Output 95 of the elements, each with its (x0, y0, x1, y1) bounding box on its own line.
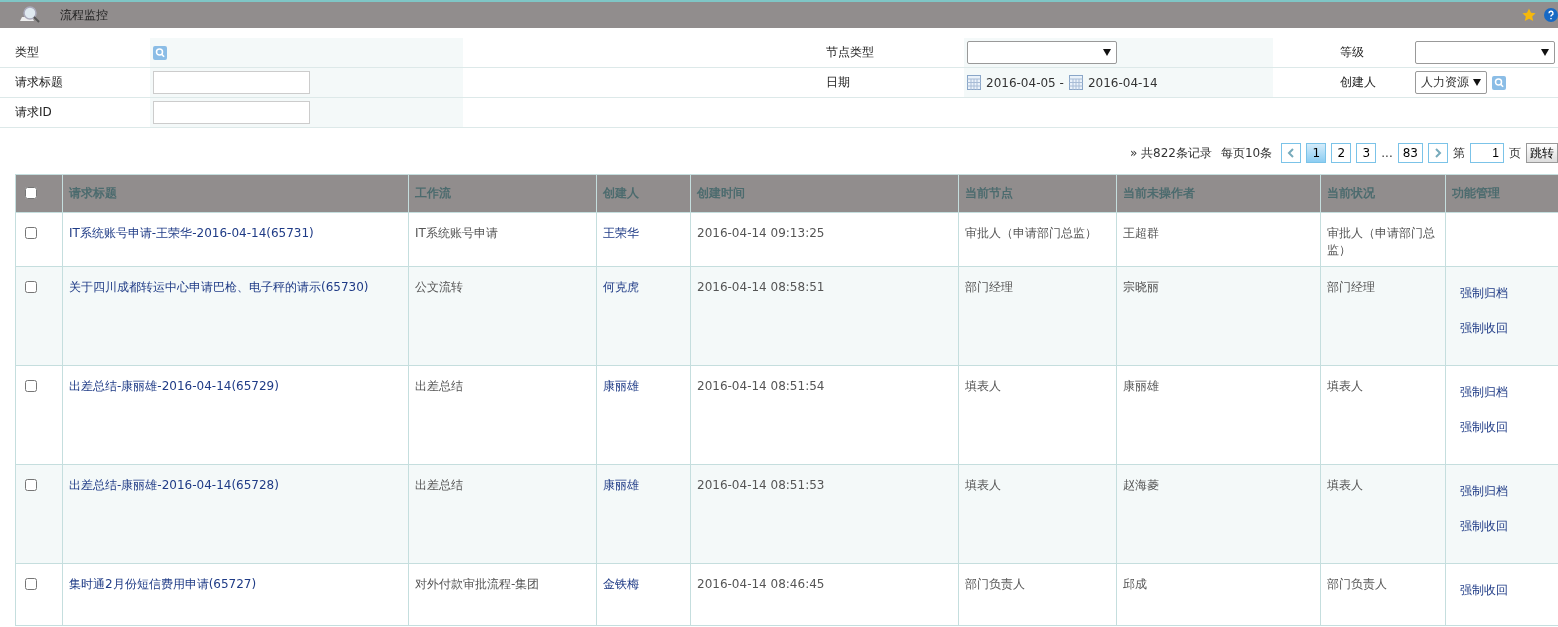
table-cell: 2016-04-14 09:13:25 (697, 226, 825, 240)
action-link[interactable]: 强制收回 (1460, 320, 1552, 337)
search-icon[interactable] (1492, 75, 1506, 90)
request-title-link[interactable]: 集时通2月份短信费用申请(65727) (69, 577, 257, 591)
table-cell: 2016-04-14 08:51:54 (697, 379, 825, 393)
request-title-link[interactable]: 出差总结-康丽雄-2016-04-14(65729) (69, 379, 279, 393)
page-size: 每页10条 (1221, 144, 1273, 162)
page-suffix: 页 (1509, 144, 1521, 162)
table-cell: 填表人 (1327, 478, 1363, 492)
creator-link[interactable]: 康丽雄 (603, 379, 639, 393)
page-button[interactable]: 1 (1306, 143, 1327, 163)
page-label: 第 (1453, 144, 1465, 162)
filter-label: 请求标题 (15, 74, 63, 91)
select-all-checkbox[interactable] (25, 187, 37, 199)
page-button[interactable]: 2 (1331, 143, 1352, 163)
chevron-right-icon (1434, 148, 1442, 158)
search-icon[interactable] (153, 45, 167, 60)
page-ellipsis: ... (1381, 146, 1393, 160)
record-count: » 共822条记录 (1129, 144, 1212, 162)
select-field[interactable] (1415, 41, 1555, 64)
caret-icon (1473, 79, 1481, 86)
table-cell: 部门经理 (1327, 280, 1375, 294)
column-header: 功能管理 (1445, 174, 1558, 213)
calendar-icon[interactable] (967, 75, 981, 90)
table-cell: 审批人（申请部门总监） (1327, 226, 1435, 257)
column-header: 请求标题 (62, 174, 409, 213)
select-field[interactable] (967, 41, 1117, 64)
column-header: 当前状况 (1320, 174, 1446, 213)
creator-link[interactable]: 康丽雄 (603, 478, 639, 492)
row-checkbox[interactable] (25, 227, 37, 239)
next-page-button[interactable] (1428, 143, 1448, 163)
action-link[interactable]: 强制归档 (1460, 483, 1552, 500)
star-icon[interactable] (1522, 8, 1536, 22)
table-cell: 部门经理 (965, 280, 1013, 294)
filter-label: 请求ID (15, 104, 52, 121)
magnifier-icon (18, 5, 42, 25)
column-header: 当前节点 (958, 174, 1117, 213)
table-cell: 部门负责人 (1327, 577, 1387, 591)
table-cell: 填表人 (965, 478, 1001, 492)
column-header: 创建时间 (690, 174, 959, 213)
caret-icon (1103, 49, 1111, 56)
page-button[interactable]: 83 (1397, 143, 1423, 163)
action-link[interactable]: 强制归档 (1460, 285, 1552, 302)
column-header: 工作流 (408, 174, 597, 213)
date-to[interactable]: 2016-04-14 (1087, 75, 1158, 90)
table-cell: 部门负责人 (965, 577, 1025, 591)
date-from[interactable]: 2016-04-05 - (986, 75, 1064, 90)
table-cell: 填表人 (1327, 379, 1363, 393)
creator-link[interactable]: 王荣华 (603, 226, 639, 240)
table-cell: 2016-04-14 08:58:51 (697, 280, 825, 294)
creator-link[interactable]: 何克虎 (603, 280, 639, 294)
table-cell: 赵海菱 (1123, 478, 1159, 492)
caret-icon (1541, 49, 1549, 56)
table-cell: 邱成 (1123, 577, 1147, 591)
prev-page-button[interactable] (1281, 143, 1302, 163)
table-cell: 出差总结 (415, 379, 463, 393)
table-cell: 出差总结 (415, 478, 463, 492)
row-checkbox[interactable] (25, 479, 37, 491)
row-checkbox[interactable] (25, 578, 37, 590)
help-icon[interactable] (1544, 8, 1558, 22)
action-link[interactable]: 强制归档 (1460, 384, 1552, 401)
filter-label: 类型 (15, 44, 39, 61)
text-field[interactable] (153, 101, 310, 124)
table-cell: 康丽雄 (1123, 379, 1159, 393)
filter-label: 创建人 (1340, 74, 1376, 91)
filter-label: 节点类型 (826, 44, 874, 61)
filter-label: 日期 (826, 74, 850, 91)
table-cell: 公文流转 (415, 280, 463, 294)
request-title-link[interactable]: IT系统账号申请-王荣华-2016-04-14(65731) (69, 226, 314, 240)
request-title-link[interactable]: 出差总结-康丽雄-2016-04-14(65728) (69, 478, 279, 492)
creator-link[interactable]: 金铁梅 (603, 577, 639, 591)
calendar-icon[interactable] (1068, 75, 1083, 90)
table-cell: IT系统账号申请 (415, 226, 498, 240)
jump-button[interactable]: 跳转 (1526, 143, 1558, 163)
window-title: 流程监控 (60, 6, 109, 24)
request-title-link[interactable]: 关于四川成都转运中心申请巴枪、电子秤的请示(65730) (69, 280, 369, 294)
table-cell: 宗晓丽 (1123, 280, 1159, 294)
action-link[interactable]: 强制收回 (1460, 518, 1552, 535)
column-header: 创建人 (596, 174, 691, 213)
column-header: 当前未操作者 (1116, 174, 1321, 213)
filter-label: 等级 (1340, 44, 1364, 61)
table-cell: 2016-04-14 08:51:53 (697, 478, 825, 492)
table-cell: 审批人（申请部门总监） (965, 226, 1097, 240)
chevron-left-icon (1287, 148, 1296, 158)
row-checkbox[interactable] (25, 380, 37, 392)
table-cell: 对外付款审批流程-集团 (415, 577, 540, 591)
page-button[interactable]: 3 (1356, 143, 1377, 163)
page-number-field[interactable]: 1 (1470, 143, 1504, 163)
table-cell: 填表人 (965, 379, 1001, 393)
row-checkbox[interactable] (25, 281, 37, 293)
table-cell: 2016-04-14 08:46:45 (697, 577, 825, 591)
table-cell: 王超群 (1123, 226, 1159, 240)
select-field[interactable]: 人力资源 (1415, 71, 1487, 94)
text-field[interactable] (153, 71, 310, 94)
action-link[interactable]: 强制收回 (1460, 419, 1552, 436)
